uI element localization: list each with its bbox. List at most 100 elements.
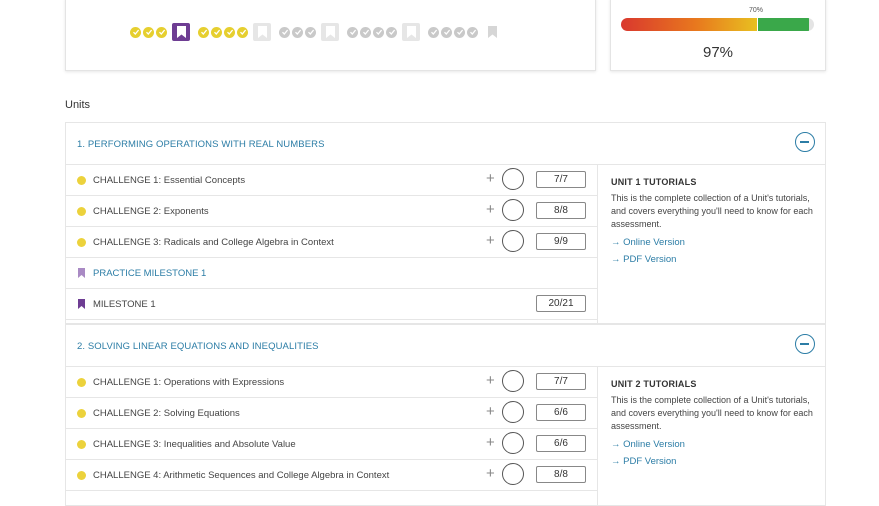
challenge-label[interactable]: CHALLENGE 3: Inequalities and Absolute V… [93, 439, 296, 450]
score-badge: 8/8 [536, 466, 586, 483]
challenge-complete-dot[interactable] [237, 26, 248, 38]
progress-track [130, 23, 509, 41]
score-bar-passing-fill [757, 18, 809, 31]
threshold-marker [757, 15, 758, 34]
challenge-pending-dot[interactable] [305, 26, 316, 38]
challenge-label[interactable]: CHALLENGE 2: Exponents [93, 206, 209, 217]
complete-status-icon [77, 471, 86, 480]
challenge-row[interactable]: CHALLENGE 4: Arithmetic Sequences and Co… [66, 460, 597, 491]
milestone-bookmark-icon[interactable] [321, 23, 339, 41]
score-badge: 6/6 [536, 404, 586, 421]
unit-title[interactable]: 1. PERFORMING OPERATIONS WITH REAL NUMBE… [77, 139, 325, 150]
unit-panel: 2. SOLVING LINEAR EQUATIONS AND INEQUALI… [65, 324, 826, 506]
score-badge: 7/7 [536, 373, 586, 390]
challenge-row[interactable]: CHALLENGE 1: Operations with Expressions… [66, 367, 597, 398]
unit-title[interactable]: 2. SOLVING LINEAR EQUATIONS AND INEQUALI… [77, 341, 319, 352]
challenge-pending-dot[interactable] [279, 26, 290, 38]
milestone-bookmark-icon[interactable] [483, 23, 501, 41]
challenge-pending-dot[interactable] [467, 26, 478, 38]
score-badge: 20/21 [536, 295, 586, 312]
score-bar-fill [621, 18, 757, 31]
score-badge: 8/8 [536, 202, 586, 219]
score-bar-remainder [809, 18, 814, 31]
milestone-bookmark-icon[interactable] [172, 23, 190, 41]
milestone-row[interactable]: MILESTONE 1 20/21 [66, 289, 597, 320]
challenge-pending-dot[interactable] [347, 26, 358, 38]
challenge-row[interactable]: CHALLENGE 1: Essential Concepts + 7/7 [66, 165, 597, 196]
status-circle-icon[interactable] [502, 199, 524, 221]
challenge-complete-dot[interactable] [198, 26, 209, 38]
unit-header[interactable]: 2. SOLVING LINEAR EQUATIONS AND INEQUALI… [66, 325, 825, 367]
challenge-pending-dot[interactable] [454, 26, 465, 38]
add-icon[interactable]: + [486, 434, 495, 452]
bookmark-icon [78, 268, 85, 278]
challenge-complete-dot[interactable] [211, 26, 222, 38]
tutorials-description: This is the complete collection of a Uni… [611, 193, 813, 229]
online-version-link[interactable]: → Online Version [611, 237, 685, 248]
add-icon[interactable]: + [486, 170, 495, 188]
challenge-pending-dot[interactable] [292, 26, 303, 38]
tutorials-title: UNIT 1 TUTORIALS [611, 177, 697, 187]
challenge-row[interactable]: CHALLENGE 3: Inequalities and Absolute V… [66, 429, 597, 460]
score-percent: 97% [702, 44, 734, 61]
challenge-pending-dot[interactable] [373, 26, 384, 38]
milestone-bookmark-icon[interactable] [402, 23, 420, 41]
status-circle-icon[interactable] [502, 230, 524, 252]
challenge-complete-dot[interactable] [143, 26, 154, 38]
challenge-complete-dot[interactable] [224, 26, 235, 38]
complete-status-icon [77, 238, 86, 247]
add-icon[interactable]: + [486, 372, 495, 390]
status-circle-icon[interactable] [502, 463, 524, 485]
score-progress-bar [621, 18, 814, 31]
pdf-version-link[interactable]: → PDF Version [611, 254, 676, 265]
unit-tutorials-panel: UNIT 1 TUTORIALS This is the complete co… [597, 165, 826, 323]
milestone-bookmark-icon[interactable] [253, 23, 271, 41]
score-card: 70% 97% [610, 0, 826, 71]
complete-status-icon [77, 176, 86, 185]
challenge-label[interactable]: CHALLENGE 1: Operations with Expressions [93, 377, 284, 388]
challenge-complete-dot[interactable] [130, 26, 141, 38]
challenge-row[interactable]: CHALLENGE 2: Exponents + 8/8 [66, 196, 597, 227]
complete-status-icon [77, 409, 86, 418]
online-version-link[interactable]: → Online Version [611, 439, 685, 450]
challenge-row[interactable]: CHALLENGE 3: Radicals and College Algebr… [66, 227, 597, 258]
challenge-label[interactable]: CHALLENGE 3: Radicals and College Algebr… [93, 237, 334, 248]
add-icon[interactable]: + [486, 403, 495, 421]
status-circle-icon[interactable] [502, 370, 524, 392]
pdf-version-link[interactable]: → PDF Version [611, 456, 676, 467]
score-badge: 6/6 [536, 435, 586, 452]
challenge-pending-dot[interactable] [360, 26, 371, 38]
collapse-icon[interactable] [795, 334, 815, 354]
passing-threshold-label: 70% [749, 7, 764, 14]
status-circle-icon[interactable] [502, 168, 524, 190]
score-badge: 7/7 [536, 171, 586, 188]
challenge-pending-dot[interactable] [428, 26, 439, 38]
unit-header[interactable]: 1. PERFORMING OPERATIONS WITH REAL NUMBE… [66, 123, 825, 165]
complete-status-icon [77, 440, 86, 449]
add-icon[interactable]: + [486, 201, 495, 219]
challenge-complete-dot[interactable] [156, 26, 167, 38]
tutorials-title: UNIT 2 TUTORIALS [611, 379, 697, 389]
status-circle-icon[interactable] [502, 401, 524, 423]
score-badge: 9/9 [536, 233, 586, 250]
complete-status-icon [77, 378, 86, 387]
units-heading: Units [65, 99, 91, 111]
complete-status-icon [77, 207, 86, 216]
challenge-pending-dot[interactable] [386, 26, 397, 38]
status-circle-icon[interactable] [502, 432, 524, 454]
practice-milestone-row[interactable]: PRACTICE MILESTONE 1 [66, 258, 597, 289]
bookmark-icon [78, 299, 85, 309]
unit-tutorials-panel: UNIT 2 TUTORIALS This is the complete co… [597, 367, 826, 505]
challenge-label[interactable]: CHALLENGE 1: Essential Concepts [93, 175, 245, 186]
milestone-label[interactable]: MILESTONE 1 [93, 299, 156, 310]
unit-panel: 1. PERFORMING OPERATIONS WITH REAL NUMBE… [65, 122, 826, 324]
challenge-label[interactable]: CHALLENGE 4: Arithmetic Sequences and Co… [93, 470, 389, 481]
collapse-icon[interactable] [795, 132, 815, 152]
challenge-label[interactable]: CHALLENGE 2: Solving Equations [93, 408, 240, 419]
challenge-row[interactable]: CHALLENGE 2: Solving Equations + 6/6 [66, 398, 597, 429]
progress-card [65, 0, 596, 71]
add-icon[interactable]: + [486, 465, 495, 483]
practice-milestone-label[interactable]: PRACTICE MILESTONE 1 [93, 268, 206, 279]
add-icon[interactable]: + [486, 232, 495, 250]
challenge-pending-dot[interactable] [441, 26, 452, 38]
